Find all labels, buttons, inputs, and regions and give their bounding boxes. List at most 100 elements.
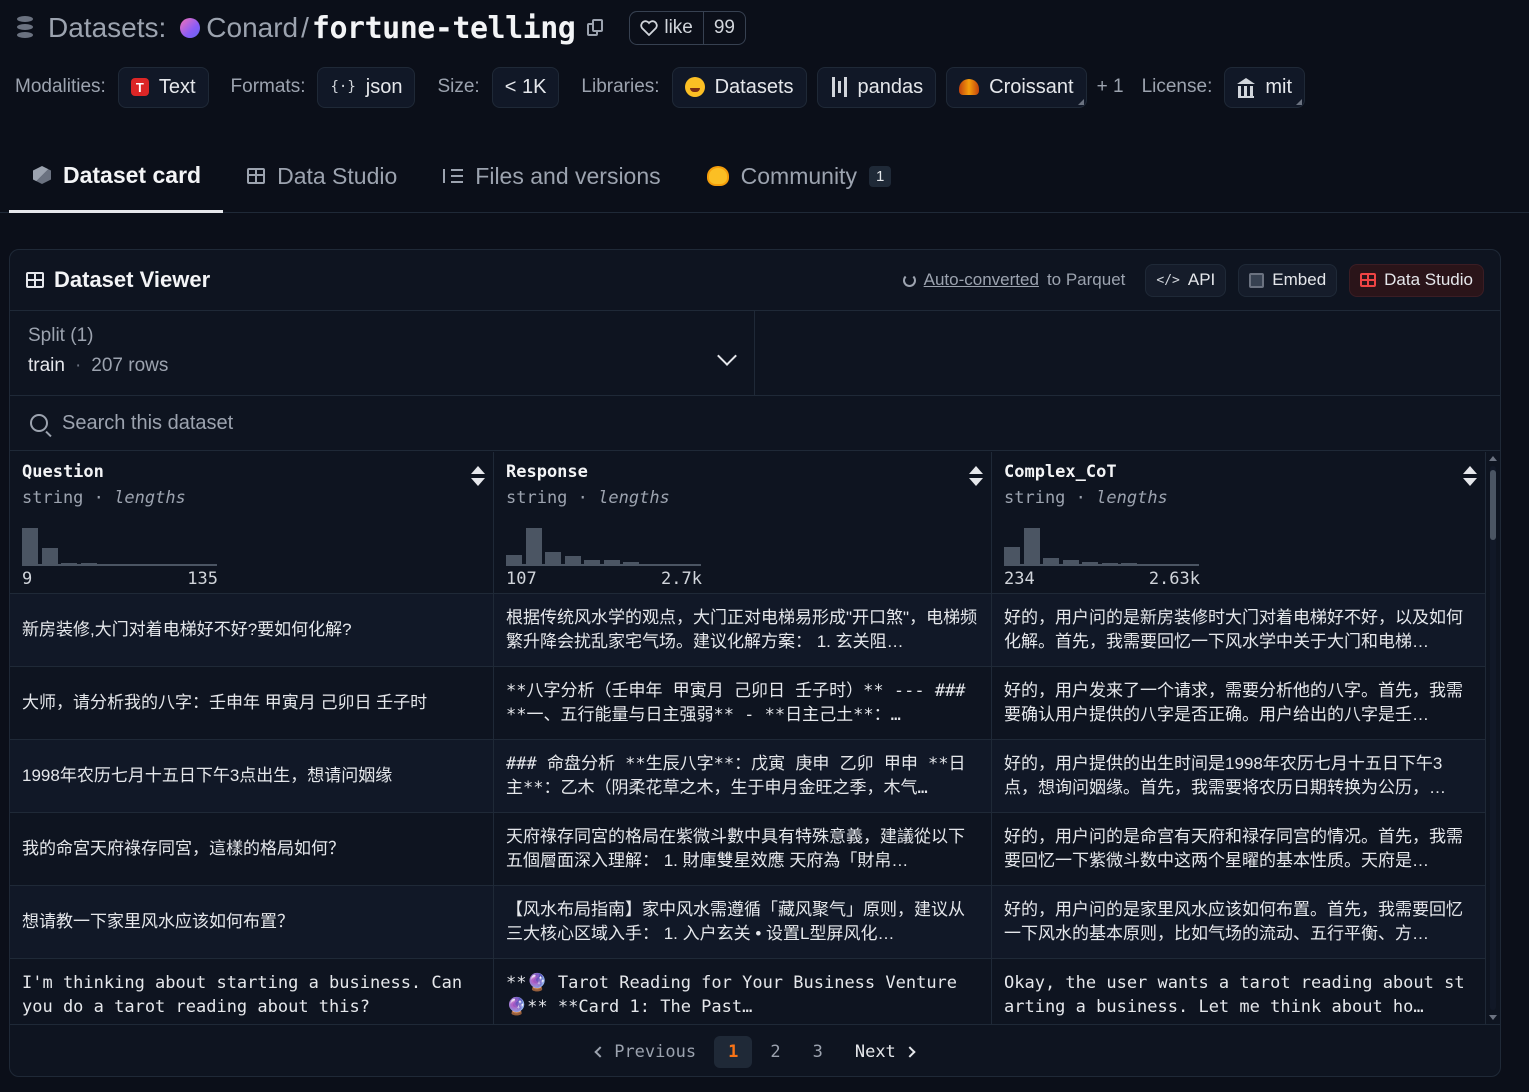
org-link[interactable]: Conard xyxy=(206,12,298,44)
scroll-up-icon[interactable] xyxy=(1489,456,1497,461)
histogram-bar[interactable] xyxy=(158,564,175,566)
modality-tag-text[interactable]: T Text xyxy=(117,66,209,108)
table-cell[interactable]: ### 命盘分析 **生辰八字**：戊寅 庚申 乙卯 甲申 **日主**：乙木（… xyxy=(494,740,991,813)
histogram-bar[interactable] xyxy=(1062,560,1079,566)
histogram-bar[interactable] xyxy=(1179,564,1196,566)
histogram-bar[interactable] xyxy=(1043,558,1059,566)
histogram-bar[interactable] xyxy=(584,560,600,566)
table-cell[interactable]: **🔮 Tarot Reading for Your Business Vent… xyxy=(494,959,991,1024)
histogram-bar[interactable] xyxy=(1140,564,1157,566)
search-input[interactable] xyxy=(62,411,662,435)
table-cell[interactable]: 【风水布局指南】家中风水需遵循「藏风聚气」原则，建议从三大核心区域入手： 1. … xyxy=(494,886,991,959)
table-cell[interactable]: 想请教一下家里风水应该如何布置？ xyxy=(10,886,493,959)
histogram-bar[interactable] xyxy=(22,528,38,566)
scroll-thumb[interactable] xyxy=(1490,470,1496,540)
table-cell[interactable]: 1998年农历七月十五日下午3点出生，想请问姻缘 xyxy=(10,740,493,813)
table-cell[interactable]: 根据传统风水学的观点，大门正对电梯易形成"开口煞"，电梯频繁升降会扰乱家宅气场。… xyxy=(494,594,991,667)
histogram-bar[interactable] xyxy=(623,562,639,566)
like-count[interactable]: 99 xyxy=(704,12,745,44)
scroll-track[interactable] xyxy=(1490,466,1496,1010)
histogram-bar[interactable] xyxy=(178,564,194,566)
cell-text: 大师，请分析我的八字：壬申年 甲寅月 己卯日 壬子时 xyxy=(22,693,428,712)
sort-icon[interactable] xyxy=(969,466,983,486)
histogram-bar[interactable] xyxy=(1160,564,1176,566)
split-label: Split (1) xyxy=(28,325,94,346)
histogram-bar[interactable] xyxy=(642,564,659,566)
table-cell[interactable]: Okay, the user wants a tarot reading abo… xyxy=(992,959,1485,1024)
histogram-bar[interactable] xyxy=(41,548,58,566)
tab-dataset-card[interactable]: Dataset card xyxy=(9,140,224,213)
license-tag[interactable]: mit xyxy=(1224,66,1306,108)
table-cell[interactable]: 大师，请分析我的八字：壬申年 甲寅月 己卯日 壬子时 xyxy=(10,667,493,740)
histogram-bar[interactable] xyxy=(1004,547,1020,566)
auto-converted-link[interactable]: Auto-converted xyxy=(924,270,1039,290)
previous-page-button[interactable]: Previous xyxy=(582,1036,710,1068)
library-tag-pandas[interactable]: pandas xyxy=(816,66,937,108)
histogram-bar[interactable] xyxy=(506,555,522,566)
table-cell[interactable]: 好的，用户发来了一个请求，需要分析他的八字。首先，我需要确认用户提供的八字是否正… xyxy=(992,667,1485,740)
table-cell[interactable]: 好的，用户问的是新房装修时大门对着电梯好不好，以及如何化解。首先，我需要回忆一下… xyxy=(992,594,1485,667)
like-button[interactable]: like xyxy=(630,12,704,44)
histogram-bar[interactable] xyxy=(1121,563,1137,566)
more-libraries-link[interactable]: + 1 xyxy=(1097,76,1124,98)
refresh-icon xyxy=(902,273,916,287)
column-stat: lengths xyxy=(598,488,670,508)
scroll-down-icon[interactable] xyxy=(1489,1015,1497,1020)
histogram-bar[interactable] xyxy=(80,563,97,566)
table-cell[interactable]: 好的，用户问的是命宫有天府和禄存同宫的情况。首先，我需要回忆一下紫微斗数中这两个… xyxy=(992,813,1485,886)
viewer-actions: Auto-converted to Parquet </> API Embed … xyxy=(902,263,1484,297)
table-cell[interactable]: 好的，用户问的是家里风水应该如何布置。首先，我需要回忆一下风水的基本原则，比如气… xyxy=(992,886,1485,959)
table-cell[interactable]: 天府祿存同宮的格局在紫微斗數中具有特殊意義，建議從以下五個層面深入理解： 1. … xyxy=(494,813,991,886)
table-cell[interactable]: **八字分析（壬申年 甲寅月 己卯日 壬子时）** --- ### **一、五行… xyxy=(494,667,991,740)
library-tag-datasets[interactable]: Datasets xyxy=(671,66,807,108)
tab-files-and-versions[interactable]: Files and versions xyxy=(419,140,682,212)
column-header[interactable]: Response string · lengths 107 2.7k xyxy=(494,452,991,594)
page-title-prefix[interactable]: Datasets: xyxy=(48,12,166,44)
table-cell[interactable]: 我的命宮天府祿存同宮，這樣的格局如何？ xyxy=(10,813,493,886)
histogram-bar[interactable] xyxy=(525,528,542,566)
embed-button[interactable]: Embed xyxy=(1238,263,1338,297)
column-dtype: string xyxy=(1004,488,1066,508)
format-tag-json[interactable]: {·} json xyxy=(317,66,416,108)
histogram-bar[interactable] xyxy=(119,564,136,566)
column-header[interactable]: Complex_CoT string · lengths 234 2.63k xyxy=(992,452,1485,594)
table-scrollbar[interactable] xyxy=(1488,452,1498,1024)
histogram-bar[interactable] xyxy=(197,564,214,566)
histogram-bar[interactable] xyxy=(1082,562,1098,566)
tab-community[interactable]: Community 1 xyxy=(683,140,914,212)
column-header[interactable]: Question string · lengths 9 135 xyxy=(10,452,493,594)
histogram-bar[interactable] xyxy=(564,556,581,566)
histogram-bar[interactable] xyxy=(139,564,155,566)
histogram-bar[interactable] xyxy=(681,564,698,566)
table-cell[interactable]: 好的，用户提供的出生时间是1998年农历七月十五日下午3点，想询问姻缘。首先，我… xyxy=(992,740,1485,813)
split-selector[interactable]: Split (1) train · 207 rows xyxy=(10,311,755,396)
size-tag[interactable]: < 1K xyxy=(491,66,560,108)
sort-icon[interactable] xyxy=(471,466,485,486)
next-page-button[interactable]: Next xyxy=(841,1036,928,1068)
range-min: 107 xyxy=(506,569,537,589)
range-min: 9 xyxy=(22,569,33,589)
repo-name-link[interactable]: fortune-telling xyxy=(312,11,576,46)
data-studio-button[interactable]: Data Studio xyxy=(1349,263,1484,297)
page-button-3[interactable]: 3 xyxy=(799,1036,837,1068)
table-cell[interactable]: 新房装修,大门对着电梯好不好?要如何化解? xyxy=(10,594,493,667)
library-tag-croissant[interactable]: Croissant xyxy=(946,66,1087,108)
histogram-bar[interactable] xyxy=(1101,563,1118,566)
page-button-1[interactable]: 1 xyxy=(714,1035,753,1068)
chevron-left-icon xyxy=(594,1045,606,1058)
page-button-2[interactable]: 2 xyxy=(756,1036,794,1068)
histogram-bar[interactable] xyxy=(545,552,561,566)
copy-icon[interactable] xyxy=(587,19,604,37)
tab-data-studio[interactable]: Data Studio xyxy=(223,140,419,212)
histogram-bar[interactable] xyxy=(603,560,620,566)
histogram-bar[interactable] xyxy=(662,564,678,566)
search-icon xyxy=(30,414,48,432)
sort-icon[interactable] xyxy=(1463,466,1477,486)
cell-text: Okay, the user wants a tarot reading abo… xyxy=(1004,973,1465,1017)
table-cell[interactable]: I'm thinking about starting a business. … xyxy=(10,959,493,1024)
api-button[interactable]: </> API xyxy=(1145,263,1227,297)
histogram-bar[interactable] xyxy=(61,563,77,566)
histogram-bar[interactable] xyxy=(100,564,116,566)
chevron-right-icon xyxy=(904,1045,916,1058)
histogram-bar[interactable] xyxy=(1023,528,1040,566)
